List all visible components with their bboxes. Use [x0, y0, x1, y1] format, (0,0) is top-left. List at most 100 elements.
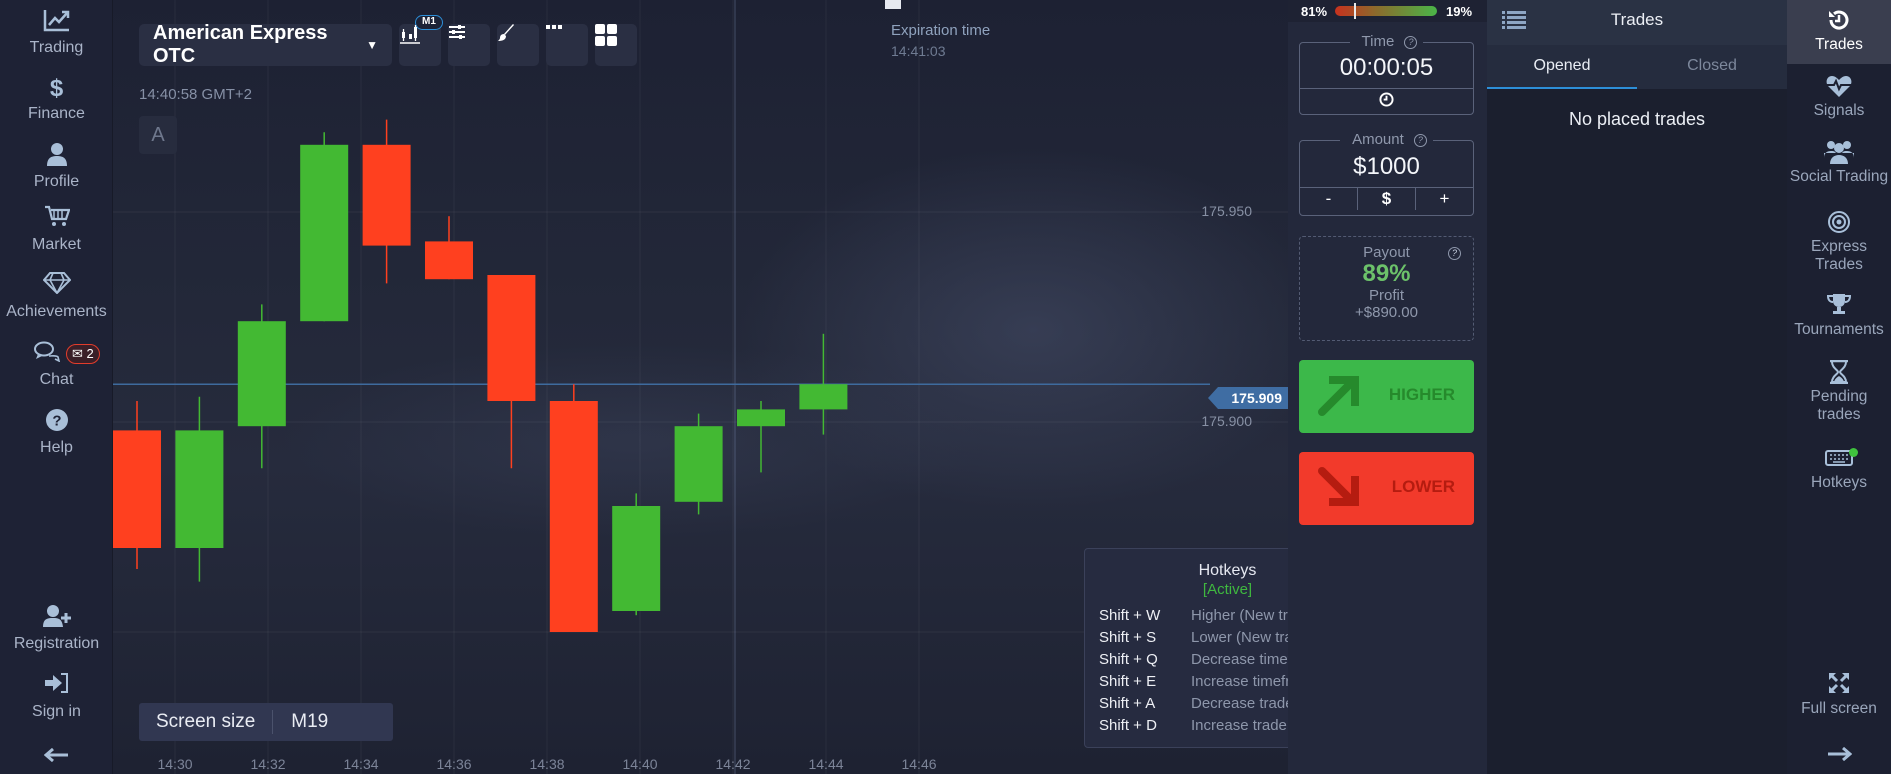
rnav-item-label: Social Trading	[1789, 168, 1889, 185]
sidebar-item-trading[interactable]: Trading	[0, 8, 113, 58]
amount-legend: Amount ?	[1300, 131, 1473, 149]
sidebar-item-achievements[interactable]: Achievements	[0, 272, 113, 322]
candle-body-up	[175, 430, 224, 548]
candle-body-down	[549, 401, 598, 632]
rnav-item-label: Pending trades	[1810, 388, 1868, 423]
chart-type-button[interactable]: M1	[399, 15, 443, 66]
time-field[interactable]: Time ? 00:00:05	[1299, 33, 1474, 115]
sliders-icon	[449, 25, 465, 39]
trades-title: Trades	[1610, 10, 1664, 29]
sidebar-item-finance[interactable]: $ Finance	[0, 74, 113, 124]
amount-field[interactable]: Amount ? $1000 - $ +	[1299, 131, 1474, 216]
candle-body-up	[737, 409, 785, 427]
sentiment-down-pct: 81%	[1301, 3, 1328, 19]
candle-body-up	[237, 321, 286, 427]
hotkey-key: Shift + S	[1099, 629, 1157, 646]
clock-icon	[1379, 92, 1394, 107]
rnav-item-tournaments[interactable]: Tournaments	[1787, 293, 1891, 339]
payout-percent: 89%	[1362, 260, 1411, 287]
clock-toggle-button[interactable]	[1300, 89, 1473, 111]
hotkey-row: Shift + A Decrease trade amount	[1085, 693, 1288, 715]
asset-selector[interactable]: American Express OTC ▼	[139, 22, 392, 67]
amount-increase-button[interactable]: +	[1415, 188, 1473, 210]
sidebar-item-label: Trading	[29, 39, 84, 56]
rnav-item-hotkeys[interactable]: Hotkeys	[1787, 446, 1891, 492]
rnav-item-social-trading[interactable]: Social Trading	[1787, 140, 1891, 186]
amount-decrease-button[interactable]: -	[1300, 188, 1357, 210]
sidebar-item-label: Market	[32, 236, 81, 253]
expiration-flag-icon[interactable]	[885, 0, 901, 9]
hotkey-row: Shift + E Increase timeframe	[1085, 671, 1288, 693]
hotkeys-status: [Active]	[1202, 581, 1253, 598]
asset-name: American Express OTC	[153, 22, 328, 67]
rnav-item-express-trades[interactable]: Express Trades	[1787, 210, 1891, 274]
chart-toolbar: American Express OTC ▼ M1	[139, 15, 637, 67]
more-button[interactable]	[546, 24, 588, 66]
sentiment-up-pct: 19%	[1446, 3, 1473, 19]
chevron-down-icon: ▼	[366, 38, 378, 52]
sidebar-item-sign-in[interactable]: Sign in	[0, 672, 113, 722]
x-tick-label: 14:32	[250, 756, 286, 772]
higher-button[interactable]: HIGHER	[1299, 360, 1474, 433]
hotkey-key: Shift + E	[1099, 673, 1157, 690]
time-value[interactable]: 00:00:05	[1300, 54, 1473, 82]
help-icon[interactable]: ?	[1404, 36, 1418, 49]
hotkeys-popup: Hotkeys [Active] ✖ Shift + WHigher (New …	[1084, 548, 1288, 748]
list-icon[interactable]	[1502, 10, 1526, 30]
collapse-right-sidebar-button[interactable]	[1787, 740, 1891, 768]
arrow-left-icon	[0, 740, 113, 770]
user-plus-icon	[0, 604, 113, 634]
rnav-item-pending-trades[interactable]: Pending trades	[1787, 359, 1891, 424]
drawing-button[interactable]	[497, 24, 539, 66]
fullscreen-icon	[1787, 672, 1891, 700]
hotkeys-list: Shift + W Higher (New trade) Shift + S Low…	[1085, 605, 1288, 737]
rnav-item-trades[interactable]: Trades	[1787, 0, 1891, 64]
x-tick-label: 14:44	[808, 756, 844, 772]
rnav-item-signals[interactable]: Signals	[1787, 74, 1891, 120]
help-icon[interactable]: ?	[1413, 134, 1427, 147]
currency-button[interactable]: $	[1357, 188, 1415, 210]
chat-badge: ✉ 2	[66, 344, 100, 364]
tab-opened[interactable]: Opened	[1487, 45, 1637, 89]
empty-trades-message: No placed trades	[1568, 109, 1706, 129]
expiration-label: Expiration time	[891, 22, 991, 39]
sentiment-bar	[1335, 3, 1438, 19]
collapse-sidebar-button[interactable]	[0, 740, 113, 770]
help-icon: ?	[0, 408, 113, 438]
payout-box: Payout ? 89% Profit +$890.00	[1299, 236, 1474, 341]
sidebar-item-market[interactable]: Market	[0, 205, 113, 255]
sidebar-item-chat[interactable]: ✉ 2 Chat	[0, 340, 113, 390]
layout-button[interactable]	[595, 24, 637, 66]
indicators-button[interactable]	[448, 24, 490, 66]
screen-size-control[interactable]: Screen size M19	[139, 703, 393, 741]
sidebar-item-help[interactable]: ? Help	[0, 408, 113, 458]
sidebar-item-profile[interactable]: Profile	[0, 142, 113, 192]
hotkey-desc: Decrease timeframe	[1191, 651, 1288, 668]
rnav-item-label: Full screen	[1801, 700, 1877, 717]
amount-controls: - $ +	[1300, 187, 1473, 210]
screen-size-value: M19	[291, 711, 329, 732]
sidebar-item-registration[interactable]: Registration	[0, 604, 113, 654]
rnav-item-label: Hotkeys	[1811, 474, 1867, 491]
fullscreen-button[interactable]: Full screen	[1787, 672, 1891, 718]
keyboard-icon	[1787, 446, 1891, 474]
chart-area[interactable]: Expiration time 14:41:03 American Expres…	[113, 0, 1288, 774]
auto-scale-button[interactable]: A	[139, 116, 177, 154]
screen-size-label: Screen size	[139, 710, 274, 734]
candle-body-up	[612, 506, 661, 611]
chat-badge-count: 2	[86, 346, 94, 361]
help-icon[interactable]: ?	[1448, 247, 1461, 260]
amount-value[interactable]: $1000	[1300, 153, 1473, 181]
grid-icon	[595, 24, 617, 46]
sidebar-item-label: Finance	[28, 105, 85, 122]
profit-value: +$890.00	[1355, 304, 1418, 321]
lower-button[interactable]: LOWER	[1299, 452, 1474, 525]
hotkeys-active-dot	[1849, 448, 1858, 457]
hotkey-desc: Higher (New trade)	[1191, 607, 1288, 624]
tab-closed[interactable]: Closed	[1637, 45, 1787, 89]
x-tick-label: 14:38	[529, 756, 565, 772]
sidebar-item-label: Help	[40, 439, 73, 456]
sidebar-item-label: Achievements	[6, 303, 107, 320]
x-tick-label: 14:30	[157, 756, 193, 772]
server-clock: 14:40:58 GMT+2	[139, 86, 252, 103]
